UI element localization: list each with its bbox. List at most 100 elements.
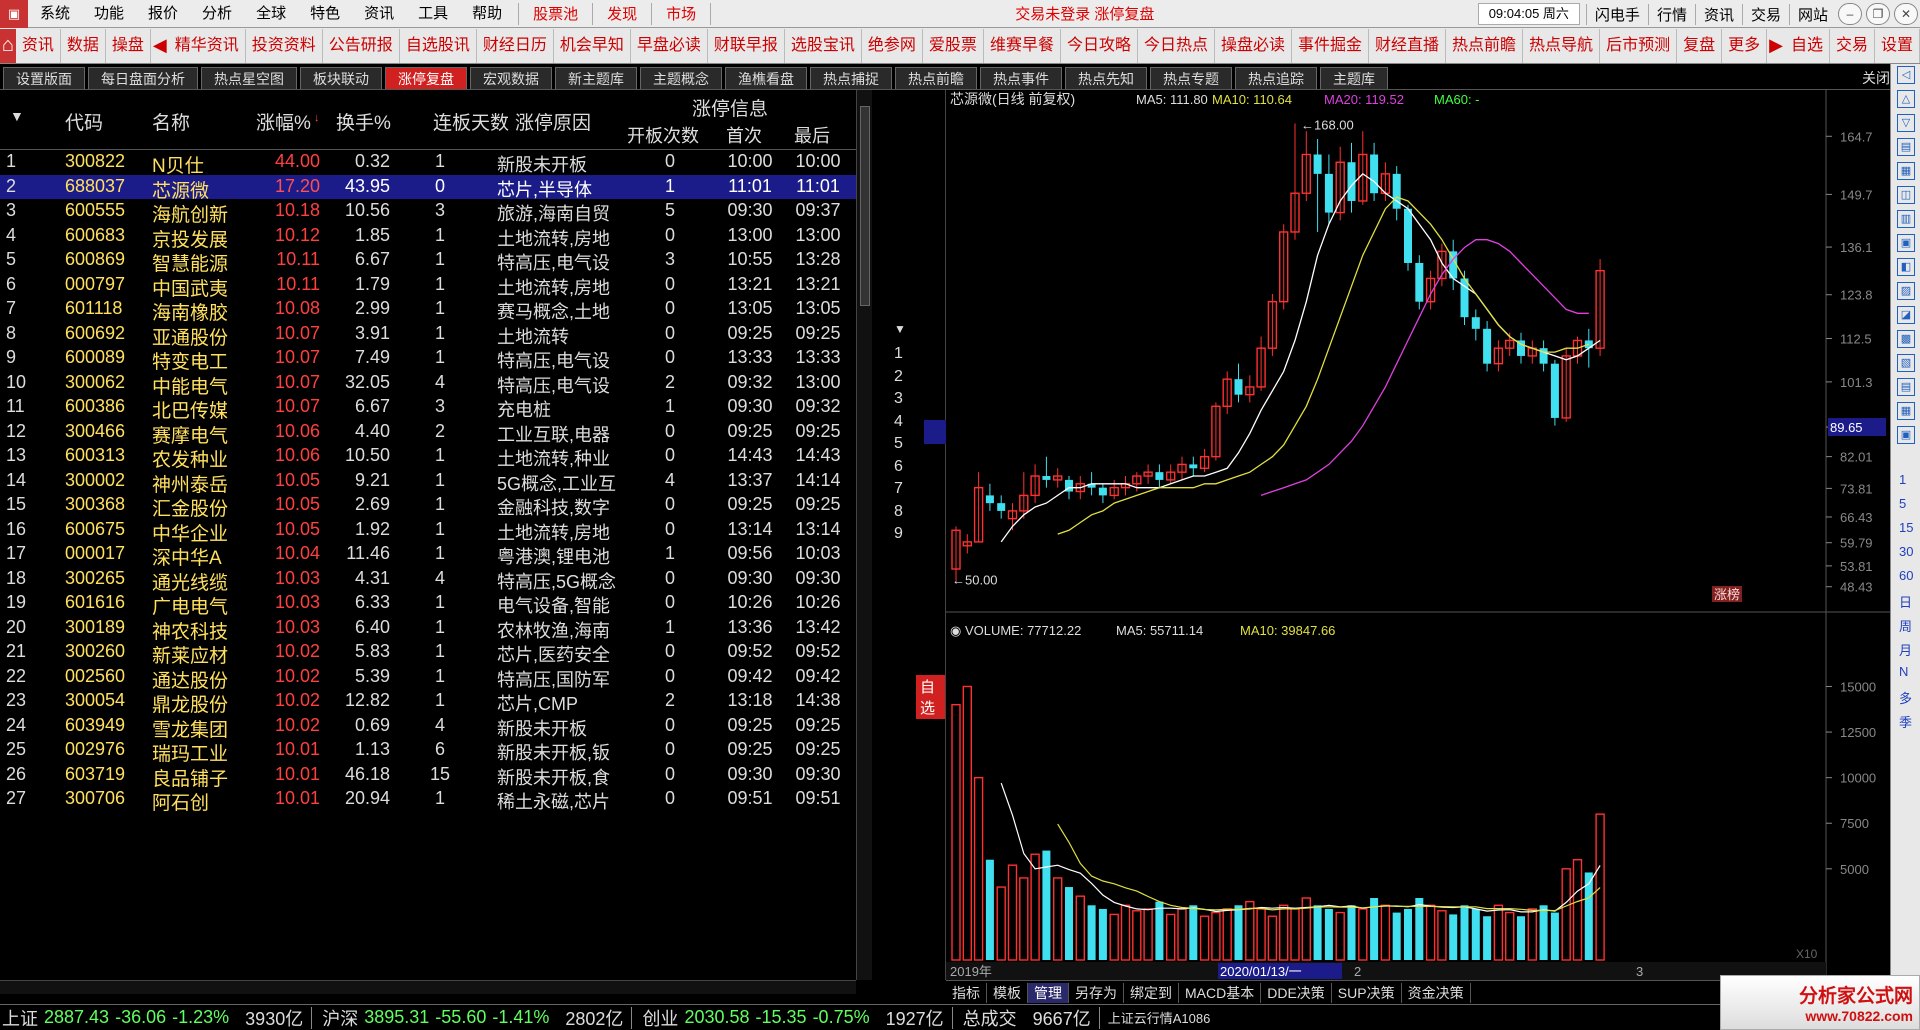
menu-item-tools[interactable]: 工具	[406, 0, 460, 28]
toolbar-item[interactable]: 爱股票	[923, 28, 984, 63]
sidebar-tool-icon[interactable]: ▤	[1897, 138, 1915, 156]
table-row[interactable]: 17 000017 深中华A 10.04 11.46 1 粤港澳,锂电池 1 09:56 10:0…	[0, 542, 856, 569]
table-row[interactable]: 25 002976 瑞玛工业 10.01 1.13 6 新股未开板,钣 0 09:25 09:25	[0, 738, 856, 765]
sidebar-tool-icon[interactable]: ▥	[1897, 210, 1915, 228]
menu-item-quote[interactable]: 报价	[136, 0, 190, 28]
chart-footer-tab[interactable]: DDE决策	[1261, 982, 1332, 1003]
dropdown-arrow-icon[interactable]: ▼	[894, 322, 906, 336]
table-row[interactable]: 3 600555 海航创新 10.18 10.56 3 旅游,海南自贸 5 09:30 09:37	[0, 199, 856, 226]
toolbar-item[interactable]: 事件掘金	[1292, 28, 1370, 63]
table-row[interactable]: 6 000797 中国武夷 10.11 1.79 1 土地流转,房地 0 13:21 13:21	[0, 273, 856, 300]
app-logo-icon[interactable]: ▣	[0, 0, 28, 28]
index-number[interactable]: 1	[894, 345, 903, 363]
chart-footer-tab[interactable]: 绑定到	[1124, 982, 1179, 1003]
index-number[interactable]: 7	[894, 480, 903, 498]
sidebar-tool-icon[interactable]: ▦	[1897, 162, 1915, 180]
toolbar-item[interactable]: 精华资讯	[169, 28, 246, 63]
scroll-right-icon[interactable]: ▶	[1767, 35, 1785, 56]
tab-item[interactable]: 每日盘面分析	[88, 67, 198, 89]
scroll-left-icon[interactable]: ◀	[151, 35, 169, 56]
toolbar-item[interactable]: 更多	[1722, 28, 1768, 63]
toolbar-item[interactable]: 财经日历	[477, 28, 554, 63]
period-selector[interactable]: 日	[1899, 592, 1912, 611]
toolbar-item[interactable]: 财经直播	[1369, 28, 1447, 63]
toolbar-item[interactable]: 自选股讯	[400, 28, 477, 63]
chart-footer-tab[interactable]: SUP决策	[1332, 982, 1402, 1003]
table-row[interactable]: 10 300062 中能电气 10.07 32.05 4 特高压,电气设 2 09:32 13:0…	[0, 371, 856, 398]
tab-item[interactable]: 热点捕捉	[810, 67, 892, 89]
restore-icon[interactable]: ❐	[1866, 3, 1890, 25]
table-row[interactable]: 20 300189 神农科技 10.03 6.40 1 农林牧渔,海南 1 13:36 13:42	[0, 616, 856, 643]
toolbar-item-news[interactable]: 资讯	[16, 28, 61, 63]
table-row[interactable]: 11 600386 北巴传媒 10.07 6.67 3 充电桩 1 09:30 09:32	[0, 395, 856, 422]
toolbar-item[interactable]: 今日热点	[1138, 28, 1215, 63]
sort-dropdown-icon[interactable]: ▼	[10, 108, 24, 124]
toolbar-item-watchlist[interactable]: 自选	[1785, 28, 1830, 63]
toolbar-item-settings[interactable]: 设置	[1875, 28, 1920, 63]
tab-item[interactable]: 热点专题	[1150, 67, 1232, 89]
website-button[interactable]: 网站	[1788, 3, 1836, 25]
trade-button[interactable]: 交易	[1741, 3, 1789, 25]
table-row[interactable]: 14 300002 神州泰岳 10.05 9.21 1 5G概念,工业互 4 13:37 14:1…	[0, 469, 856, 496]
table-row[interactable]: 24 603949 雪龙集团 10.02 0.69 4 新股未开板 0 09:25 09:25	[0, 714, 856, 741]
period-selector[interactable]: 5	[1899, 496, 1906, 511]
close-icon[interactable]: ✕	[1894, 3, 1918, 25]
column-header-limit-days[interactable]: 连板天数	[433, 108, 509, 135]
column-header-turnover[interactable]: 换手%	[336, 108, 391, 135]
menu-item-global[interactable]: 全球	[244, 0, 298, 28]
watchlist-tag[interactable]: 自选	[916, 675, 945, 719]
toolbar-item[interactable]: 选股宝讯	[785, 28, 862, 63]
table-row[interactable]: 15 300368 汇金股份 10.05 2.69 1 金融科技,数字 0 09:25 09:25	[0, 493, 856, 520]
tab-item[interactable]: 热点前瞻	[895, 67, 977, 89]
tab-item[interactable]: 板块联动	[300, 67, 382, 89]
sidebar-tool-icon[interactable]: ◫	[1897, 186, 1915, 204]
index-number[interactable]: 8	[894, 503, 903, 521]
tab-item[interactable]: 热点事件	[980, 67, 1062, 89]
tab-item[interactable]: 热点先知	[1065, 67, 1147, 89]
table-row[interactable]: 26 603719 良品铺子 10.01 46.18 15 新股未开板,食 0 09:30 09:…	[0, 763, 856, 790]
period-selector[interactable]: 15	[1899, 520, 1913, 535]
chart-footer-tab[interactable]: 另存为	[1069, 982, 1124, 1003]
sidebar-tool-icon[interactable]: ▽	[1897, 114, 1915, 132]
tab-item[interactable]: 热点星空图	[201, 67, 297, 89]
tab-item[interactable]: 主题概念	[640, 67, 722, 89]
toolbar-item-trade[interactable]: 交易	[1830, 28, 1875, 63]
column-header-reason[interactable]: 涨停原因	[515, 108, 591, 135]
table-row[interactable]: 22 002560 通达股份 10.02 5.39 1 特高压,国防军 0 09:42 09:42	[0, 665, 856, 692]
minimize-icon[interactable]: –	[1838, 3, 1862, 25]
sidebar-tool-icon[interactable]: ▦	[1897, 402, 1915, 420]
table-row[interactable]: 13 600313 农发种业 10.06 10.50 1 土地流转,种业 0 14:43 14:4…	[0, 444, 856, 471]
menu-item-news[interactable]: 资讯	[352, 0, 406, 28]
menu-item-feature[interactable]: 特色	[298, 0, 352, 28]
toolbar-item[interactable]: 公告研报	[323, 28, 400, 63]
sidebar-tool-icon[interactable]: ◁	[1897, 66, 1915, 84]
table-row[interactable]: 9 600089 特变电工 10.07 7.49 1 特高压,电气设 0 13:33 13:33	[0, 346, 856, 373]
toolbar-item-data[interactable]: 数据	[61, 28, 106, 63]
period-selector[interactable]: 季	[1899, 712, 1912, 731]
period-selector[interactable]: N	[1899, 664, 1908, 679]
index-number[interactable]: 9	[894, 525, 903, 543]
tab-item[interactable]: 热点追踪	[1235, 67, 1317, 89]
table-row[interactable]: 2 688037 芯源微 17.20 43.95 0 芯片,半导体 1 11:01 11:01	[0, 174, 856, 202]
chart-footer-tab[interactable]: 指标	[946, 982, 987, 1003]
sidebar-tool-icon[interactable]: ▤	[1897, 378, 1915, 396]
toolbar-item[interactable]: 操盘必读	[1215, 28, 1292, 63]
tab-item[interactable]: 宏观数据	[470, 67, 552, 89]
sidebar-tool-icon[interactable]: ▣	[1897, 426, 1915, 444]
kline-chart[interactable]: 芯源微(日线 前复权) MA5: 111.80 MA10: 110.64 MA20: …	[946, 90, 1890, 980]
table-row[interactable]: 19 601616 广电电气 10.03 6.33 1 电气设备,智能 0 10:26 10:26	[0, 591, 856, 618]
menu-item-discover[interactable]: 发现	[597, 3, 647, 24]
toolbar-item-trading[interactable]: 操盘	[106, 28, 151, 63]
chart-footer-tab[interactable]: 管理	[1028, 982, 1069, 1003]
sidebar-tool-icon[interactable]: ▧	[1897, 354, 1915, 372]
chart-footer-tab[interactable]: 模板	[987, 982, 1028, 1003]
index-number[interactable]: 5	[894, 435, 903, 453]
toolbar-item[interactable]: 今日攻略	[1061, 28, 1138, 63]
news-button[interactable]: 资讯	[1694, 3, 1742, 25]
menu-item-help[interactable]: 帮助	[460, 0, 514, 28]
lightning-hand-button[interactable]: 闪电手	[1585, 3, 1648, 25]
menu-item-market[interactable]: 市场	[656, 3, 706, 24]
table-row[interactable]: 23 300054 鼎龙股份 10.02 12.82 1 芯片,CMP 2 13:18 14:38	[0, 689, 856, 716]
column-header-name[interactable]: 名称	[152, 108, 190, 135]
sidebar-tool-icon[interactable]: ▨	[1897, 282, 1915, 300]
